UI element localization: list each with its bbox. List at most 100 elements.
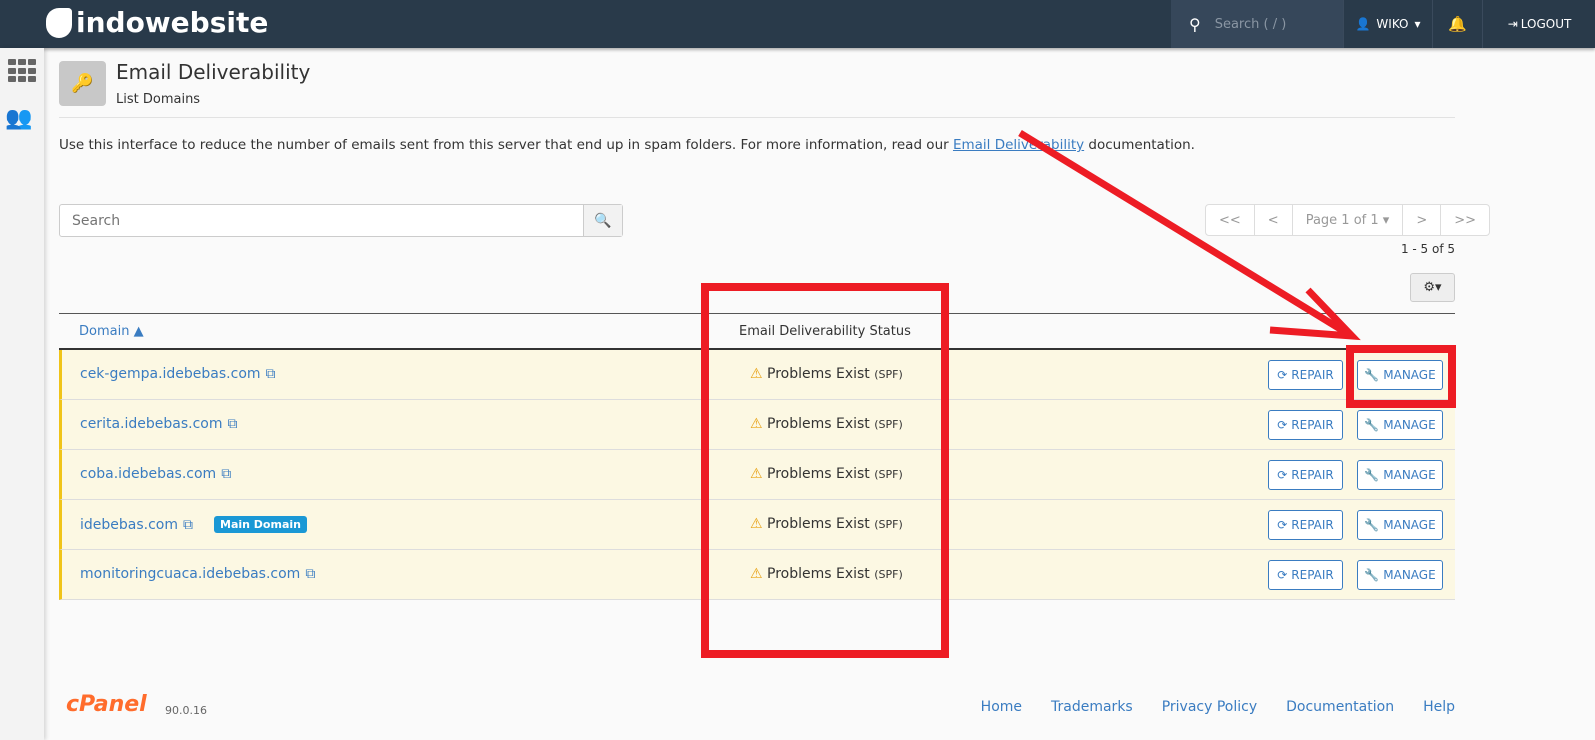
repair-button[interactable]: ⟳ REPAIR [1268, 360, 1343, 390]
wrench-icon: 🔧 [1364, 568, 1380, 582]
settings-button[interactable]: ⚙▾ [1410, 273, 1455, 302]
warning-icon: ⚠ [750, 516, 763, 532]
domain-cell: monitoringcuaca.idebebas.com ⧉ [80, 566, 315, 582]
manage-button[interactable]: 🔧 MANAGE [1357, 360, 1443, 390]
manage-label: MANAGE [1383, 568, 1436, 582]
status-detail: (SPF) [874, 418, 903, 431]
status-cell: ⚠ Problems Exist (SPF) [750, 516, 903, 532]
table-row: monitoringcuaca.idebebas.com ⧉ ⚠ Problems… [59, 550, 1455, 600]
top-search[interactable]: ⚲ Search ( / ) [1171, 0, 1343, 48]
repair-label: REPAIR [1291, 468, 1334, 482]
table-row: coba.idebebas.com ⧉ ⚠ Problems Exist (SPF… [59, 450, 1455, 500]
logout-label: LOGOUT [1520, 17, 1572, 31]
status-text: Problems Exist [767, 516, 870, 532]
domain-cell: coba.idebebas.com ⧉ [80, 466, 231, 482]
cpanel-logo: cPanel [66, 692, 147, 717]
docs-link[interactable]: Email Deliverability [953, 137, 1084, 153]
users-icon[interactable]: 👥 [5, 106, 32, 131]
wrench-icon: 🔧 [1364, 368, 1380, 382]
status-text: Problems Exist [767, 466, 870, 482]
footer-link-documentation[interactable]: Documentation [1286, 699, 1394, 715]
desc-text-end: documentation. [1084, 137, 1195, 153]
external-link-icon[interactable]: ⧉ [221, 466, 231, 482]
logout-button[interactable]: ⇥ LOGOUT [1484, 0, 1595, 48]
table-row: idebebas.com ⧉ Main Domain ⚠ Problems Exis… [59, 500, 1455, 550]
repair-button[interactable]: ⟳ REPAIR [1268, 410, 1343, 440]
main-domain-badge: Main Domain [214, 516, 307, 533]
brand-logo[interactable]: indowebsite [46, 6, 268, 39]
external-link-icon[interactable]: ⧉ [266, 366, 276, 382]
repair-label: REPAIR [1291, 568, 1334, 582]
domain-link[interactable]: monitoringcuaca.idebebas.com [80, 566, 300, 582]
manage-button[interactable]: 🔧 MANAGE [1357, 560, 1443, 590]
repair-label: REPAIR [1291, 518, 1334, 532]
notifications-button[interactable]: 🔔 [1433, 0, 1483, 48]
manage-button[interactable]: 🔧 MANAGE [1357, 410, 1443, 440]
status-detail: (SPF) [874, 368, 903, 381]
warning-icon: ⚠ [750, 366, 763, 382]
footer-link-home[interactable]: Home [981, 699, 1022, 715]
status-detail: (SPF) [874, 568, 903, 581]
manage-button[interactable]: 🔧 MANAGE [1357, 510, 1443, 540]
sidebar: 👥 [0, 48, 44, 740]
footer-link-privacy[interactable]: Privacy Policy [1162, 699, 1257, 715]
table-row: cek-gempa.idebebas.com ⧉ ⚠ Problems Exist… [59, 350, 1455, 400]
first-page-button[interactable]: << [1206, 205, 1255, 235]
domain-link[interactable]: cek-gempa.idebebas.com [80, 366, 261, 382]
pagination: << < Page 1 of 1 ▾ > >> [1205, 204, 1491, 236]
search-button[interactable]: 🔍 [583, 205, 622, 236]
last-page-button[interactable]: >> [1441, 205, 1489, 235]
manage-button[interactable]: 🔧 MANAGE [1357, 460, 1443, 490]
refresh-icon: ⟳ [1277, 418, 1288, 432]
page-description: Use this interface to reduce the number … [59, 137, 1195, 153]
status-cell: ⚠ Problems Exist (SPF) [750, 466, 903, 482]
apps-grid-icon[interactable] [8, 59, 36, 83]
warning-icon: ⚠ [750, 466, 763, 482]
next-page-button[interactable]: > [1403, 205, 1442, 235]
search-box: 🔍 [59, 204, 623, 237]
refresh-icon: ⟳ [1277, 368, 1288, 382]
brand-name: indowebsite [76, 6, 269, 39]
status-detail: (SPF) [874, 468, 903, 481]
footer-link-trademarks[interactable]: Trademarks [1051, 699, 1133, 715]
manage-label: MANAGE [1383, 368, 1436, 382]
domain-cell: cek-gempa.idebebas.com ⧉ [80, 366, 276, 382]
email-key-icon: 🔑 [59, 61, 106, 106]
user-icon: 👤 [1355, 17, 1371, 31]
status-detail: (SPF) [874, 518, 903, 531]
warning-icon: ⚠ [750, 416, 763, 432]
repair-button[interactable]: ⟳ REPAIR [1268, 510, 1343, 540]
bell-icon: 🔔 [1448, 15, 1467, 33]
wrench-icon: 🔧 [1364, 518, 1380, 532]
repair-button[interactable]: ⟳ REPAIR [1268, 460, 1343, 490]
prev-page-button[interactable]: < [1255, 205, 1293, 235]
wrench-icon: 🔧 [1364, 418, 1380, 432]
domain-link[interactable]: coba.idebebas.com [80, 466, 216, 482]
refresh-icon: ⟳ [1277, 518, 1288, 532]
page-title: Email Deliverability [116, 60, 311, 84]
domain-column-header[interactable]: Domain ▲ [79, 324, 144, 339]
logout-icon: ⇥ [1507, 17, 1518, 31]
search-input[interactable] [60, 205, 583, 236]
external-link-icon[interactable]: ⧉ [227, 416, 237, 432]
status-column-header: Email Deliverability Status [739, 324, 911, 339]
manage-label: MANAGE [1383, 418, 1436, 432]
status-text: Problems Exist [767, 566, 870, 582]
logo-icon [46, 7, 72, 38]
refresh-icon: ⟳ [1277, 468, 1288, 482]
repair-button[interactable]: ⟳ REPAIR [1268, 560, 1343, 590]
page-select[interactable]: Page 1 of 1 ▾ [1293, 205, 1404, 235]
footer-link-help[interactable]: Help [1423, 699, 1455, 715]
top-bar: indowebsite ⚲ Search ( / ) 👤 WIKO ▾ 🔔 ⇥ LOGO… [0, 0, 1595, 48]
user-menu[interactable]: 👤 WIKO ▾ [1343, 0, 1433, 48]
status-cell: ⚠ Problems Exist (SPF) [750, 366, 903, 382]
external-link-icon[interactable]: ⧉ [305, 566, 315, 582]
user-name: WIKO [1376, 17, 1409, 31]
page-subtitle: List Domains [116, 92, 201, 107]
repair-label: REPAIR [1291, 368, 1334, 382]
domain-link[interactable]: cerita.idebebas.com [80, 416, 222, 432]
domain-link[interactable]: idebebas.com [80, 517, 178, 533]
caret-down-icon: ▾ [1414, 17, 1421, 31]
external-link-icon[interactable]: ⧉ [183, 517, 193, 533]
gear-icon: ⚙▾ [1423, 280, 1442, 295]
